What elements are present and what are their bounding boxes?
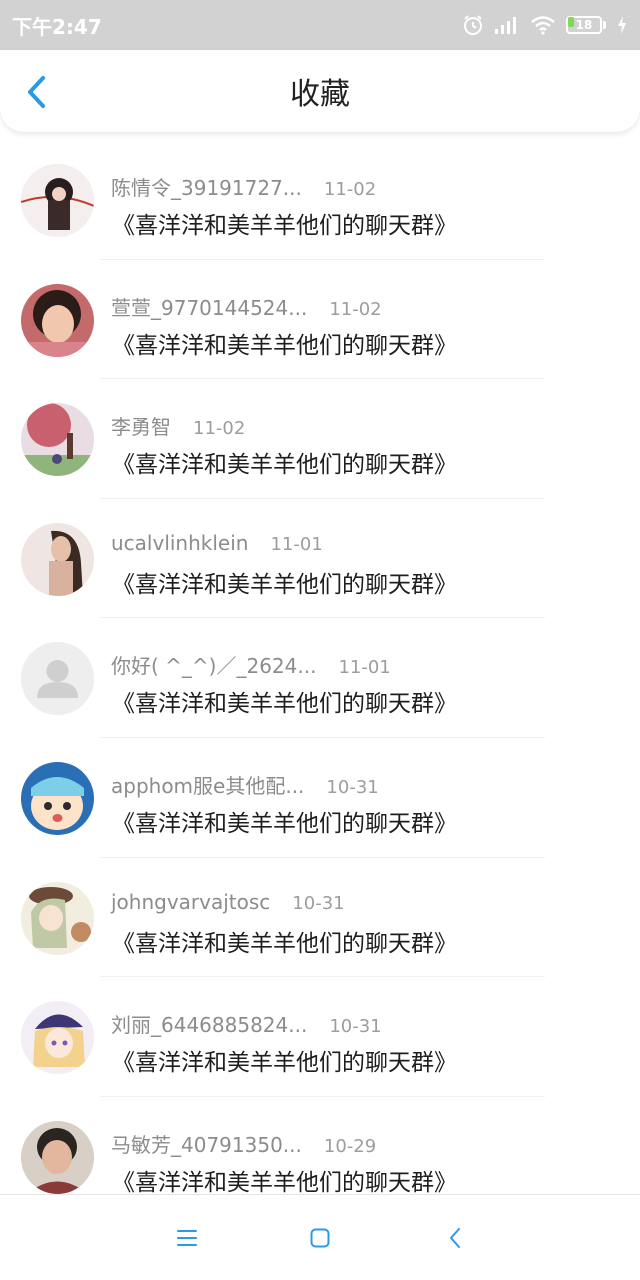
home-icon bbox=[310, 1228, 330, 1248]
favorite-item[interactable]: 马敏芳_40791350... 10-29 《喜洋洋和美羊羊他们的聊天群》 bbox=[0, 1097, 640, 1194]
favorite-item[interactable]: 萱萱_9770144524... 11-02 《喜洋洋和美羊羊他们的聊天群》 bbox=[0, 260, 640, 380]
sender-line: 李勇智 11-02 bbox=[111, 411, 245, 440]
battery-icon: 18 bbox=[566, 15, 606, 35]
signal-icon bbox=[494, 15, 520, 35]
favorite-item[interactable]: johngvarvajtosc 10-31 《喜洋洋和美羊羊他们的聊天群》 bbox=[0, 858, 640, 978]
home-button[interactable] bbox=[305, 1223, 335, 1253]
item-date: 11-02 bbox=[323, 179, 377, 200]
favorites-list: 陈情令_39191727... 11-02 《喜洋洋和美羊羊他们的聊天群》 萱萱_97… bbox=[0, 140, 640, 1194]
wifi-icon bbox=[530, 15, 556, 35]
nav-back-button[interactable] bbox=[440, 1223, 470, 1253]
menu-icon bbox=[177, 1230, 197, 1246]
cartoon-avatar[interactable] bbox=[21, 761, 94, 835]
item-date: 11-02 bbox=[329, 298, 382, 320]
menu-button[interactable] bbox=[172, 1223, 202, 1253]
anime-girl-cap-avatar[interactable] bbox=[21, 1001, 94, 1075]
status-time: 下午2:47 bbox=[12, 14, 102, 39]
favorite-item[interactable]: 刘丽_6446885824... 10-31 《喜洋洋和美羊羊他们的聊天群》 bbox=[0, 977, 640, 1097]
status-icons: 18 bbox=[462, 14, 628, 36]
default-user-avatar[interactable] bbox=[21, 642, 94, 716]
alarm-icon bbox=[462, 14, 484, 36]
sender-line: 陈情令_39191727... 11-02 bbox=[111, 172, 376, 201]
status-bar: 下午2:47 18 bbox=[0, 0, 640, 50]
header: 收藏 bbox=[0, 50, 640, 132]
item-date: 11-01 bbox=[338, 657, 391, 679]
elder-photo-avatar[interactable] bbox=[21, 1120, 94, 1194]
sender-line: apphom服e其他配... 10-31 bbox=[111, 770, 379, 799]
sender-name: 陈情令_39191727... bbox=[111, 176, 302, 200]
favorite-item[interactable]: 你好( ^_^)／_2624... 11-01 《喜洋洋和美羊羊他们的聊天群》 bbox=[0, 618, 640, 738]
landscape-avatar[interactable] bbox=[21, 403, 94, 477]
battery-level: 18 bbox=[575, 18, 593, 32]
sender-name: 你好( ^_^)／_2624... bbox=[111, 654, 317, 679]
sender-line: 你好( ^_^)／_2624... 11-01 bbox=[111, 650, 391, 679]
item-title: 《喜洋洋和美羊羊他们的聊天群》 bbox=[112, 332, 457, 359]
item-title: 《喜洋洋和美羊羊他们的聊天群》 bbox=[112, 1169, 457, 1194]
sender-line: 萱萱_9770144524... 11-02 bbox=[111, 292, 382, 321]
favorite-item[interactable]: ucalvlinhklein 11-01 《喜洋洋和美羊羊他们的聊天群》 bbox=[0, 499, 640, 619]
sender-name: 萱萱_9770144524... bbox=[111, 295, 308, 320]
item-title: 《喜洋洋和美羊羊他们的聊天群》 bbox=[112, 1050, 457, 1077]
sender-name: johngvarvajtosc bbox=[111, 889, 271, 914]
item-date: 11-01 bbox=[270, 533, 323, 555]
sender-name: ucalvlinhklein bbox=[111, 530, 249, 555]
item-title: 《喜洋洋和美羊羊他们的聊天群》 bbox=[112, 213, 457, 239]
anime-girl-avatar[interactable] bbox=[21, 881, 94, 955]
charging-icon bbox=[616, 15, 628, 35]
favorite-item[interactable]: 李勇智 11-02 《喜洋洋和美羊羊他们的聊天群》 bbox=[0, 379, 640, 499]
favorite-item[interactable]: 陈情令_39191727... 11-02 《喜洋洋和美羊羊他们的聊天群》 bbox=[0, 140, 640, 260]
item-date: 11-02 bbox=[193, 418, 246, 440]
back-button[interactable] bbox=[16, 70, 56, 114]
item-title: 《喜洋洋和美羊羊他们的聊天群》 bbox=[112, 691, 457, 718]
item-title: 《喜洋洋和美羊羊他们的聊天群》 bbox=[112, 810, 457, 837]
item-date: 10-29 bbox=[323, 1135, 377, 1157]
item-title: 《喜洋洋和美羊羊他们的聊天群》 bbox=[112, 452, 457, 479]
sender-name: 李勇智 bbox=[111, 415, 171, 440]
child-photo-avatar[interactable] bbox=[21, 283, 94, 357]
item-date: 10-31 bbox=[326, 776, 379, 798]
sender-line: johngvarvajtosc 10-31 bbox=[111, 890, 345, 914]
sender-name: 刘丽_6446885824... bbox=[111, 1013, 308, 1038]
sender-line: 马敏芳_40791350... 10-29 bbox=[111, 1129, 376, 1158]
item-date: 10-31 bbox=[329, 1016, 382, 1038]
sender-name: 马敏芳_40791350... bbox=[111, 1132, 302, 1157]
item-title: 《喜洋洋和美羊羊他们的聊天群》 bbox=[112, 571, 457, 598]
back-icon bbox=[450, 1228, 460, 1248]
favorite-item[interactable]: apphom服e其他配... 10-31 《喜洋洋和美羊羊他们的聊天群》 bbox=[0, 738, 640, 858]
chevron-left-icon bbox=[28, 76, 45, 108]
item-title: 《喜洋洋和美羊羊他们的聊天群》 bbox=[112, 930, 457, 957]
sender-name: apphom服e其他配... bbox=[111, 773, 305, 798]
sender-line: 刘丽_6446885824... 10-31 bbox=[111, 1009, 382, 1038]
item-date: 10-31 bbox=[292, 892, 345, 914]
sender-line: ucalvlinhklein 11-01 bbox=[111, 531, 323, 555]
system-nav-bar bbox=[0, 1194, 640, 1280]
page-title: 收藏 bbox=[290, 77, 350, 112]
portrait-avatar[interactable] bbox=[21, 522, 94, 596]
anime-character-avatar[interactable] bbox=[21, 164, 94, 237]
